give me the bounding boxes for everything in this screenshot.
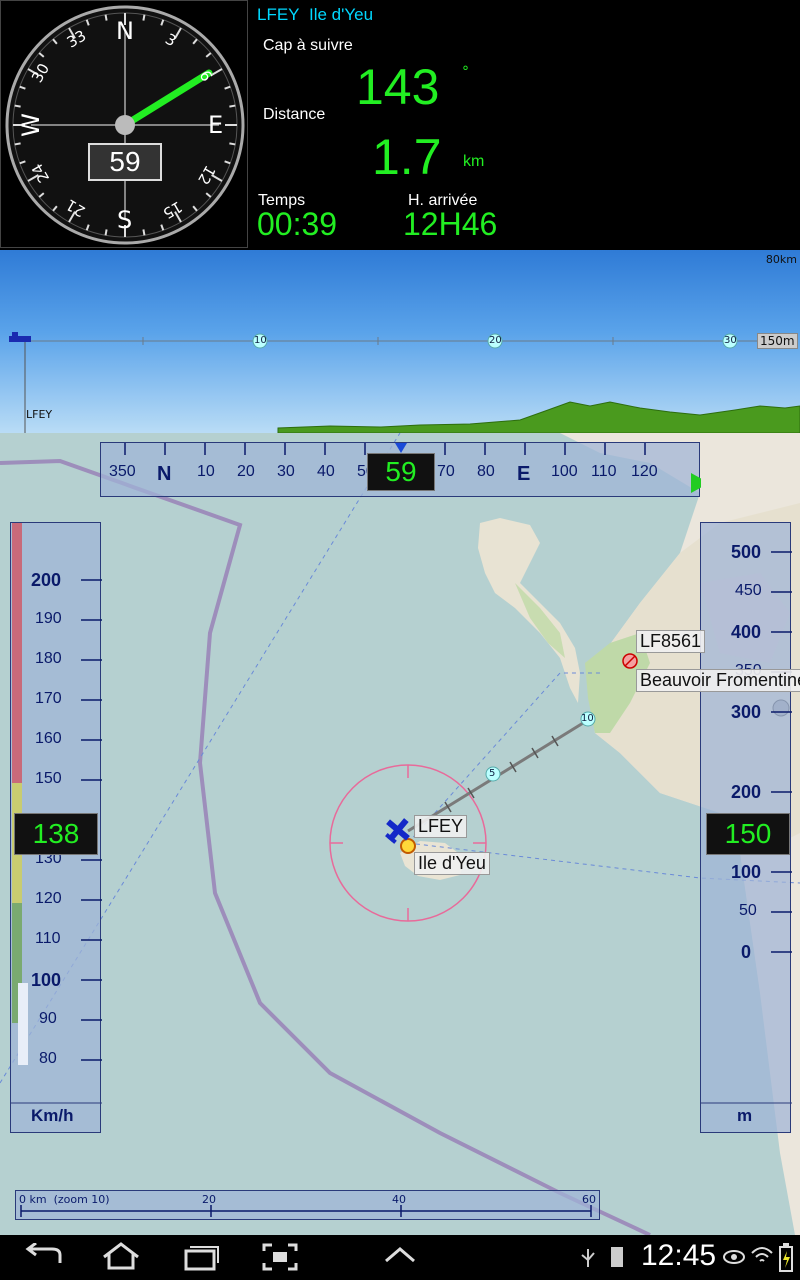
- scale-label-zero: 0 km (zoom 10): [19, 1193, 110, 1206]
- profile-range-label: 80km: [765, 253, 797, 266]
- compass-tick-mark: [14, 104, 21, 108]
- cap-unit: °: [462, 64, 469, 80]
- alt-label-500: 500: [731, 542, 762, 562]
- heading-label-40: 40: [317, 463, 335, 480]
- profile-altitude-label: 150m: [757, 333, 798, 349]
- alt-label-450: 450: [735, 582, 762, 599]
- speed-label-110: 110: [35, 930, 61, 947]
- compass-rose: N E S W 3 6 12 15 21 24 30 33 59: [0, 0, 248, 248]
- chevron-up-icon[interactable]: [383, 1245, 417, 1265]
- temps-value: 00:39: [257, 206, 338, 242]
- heading-label-110: 110: [591, 463, 617, 480]
- alt-label-200: 200: [731, 782, 762, 802]
- cap-label: Cap à suivre: [263, 37, 353, 54]
- distance-label: Distance: [263, 106, 326, 123]
- speed-unit: Km/h: [31, 1106, 74, 1125]
- profile-mark-10: 10: [254, 335, 267, 346]
- compass-heading-readout: 59: [88, 143, 162, 181]
- battery-icon: [779, 1243, 793, 1272]
- heading-label-80: 80: [477, 463, 495, 480]
- distance-value: 1.7: [372, 129, 442, 185]
- compass-south: S: [117, 206, 133, 234]
- route-marker-10: 10: [581, 713, 594, 724]
- altitude-readout: 150: [706, 813, 790, 855]
- speed-label-90: 90: [39, 1010, 57, 1027]
- elevation-profile[interactable]: 80km 10 20 30 150m LFEY: [0, 250, 800, 433]
- compass-tick-mark: [104, 229, 108, 236]
- speed-label-160: 160: [35, 730, 62, 747]
- android-nav-bar: 12:45: [0, 1235, 800, 1280]
- waypoint-code: LFEY: [257, 5, 300, 24]
- map-view[interactable]: 350 N 10 20 30 40 50 70 80 E 100 110 120…: [0, 433, 800, 1235]
- status-time: 12:45: [641, 1239, 717, 1272]
- map-label-ile-dyeu[interactable]: Ile d'Yeu: [414, 852, 490, 875]
- altitude-unit: m: [737, 1106, 753, 1125]
- top-nav-panel: N E S W 3 6 12 15 21 24 30 33 59 LFEY Il…: [0, 0, 800, 250]
- map-label-beauvoir[interactable]: Beauvoir Fromentine: [636, 669, 800, 692]
- scale-bar: 0 km (zoom 10) 20 40 60: [15, 1190, 600, 1220]
- recent-apps-icon[interactable]: [182, 1243, 222, 1271]
- altitude-tape[interactable]: 500 450 400 350 300 200 100 50 0 150 m: [700, 522, 792, 1133]
- alt-label-0: 0: [741, 942, 752, 962]
- distance-unit: km: [463, 153, 485, 170]
- route-marker-5: 5: [489, 768, 496, 779]
- speed-label-200: 200: [31, 570, 62, 590]
- compass-tick-mark: [14, 142, 21, 146]
- map-label-lf8561[interactable]: LF8561: [636, 630, 706, 653]
- compass-west: W: [16, 113, 45, 137]
- alt-label-300: 300: [731, 702, 762, 722]
- waypoint-name: Ile d'Yeu: [308, 5, 374, 24]
- speed-label-80: 80: [39, 1050, 57, 1067]
- eye-icon: [723, 1250, 745, 1264]
- speed-label-180: 180: [35, 650, 62, 667]
- heading-label-70: 70: [437, 463, 455, 480]
- compass-tick-mark: [229, 142, 236, 146]
- scale-label-20: 20: [202, 1193, 216, 1206]
- heading-tape-readout: 59: [367, 453, 435, 491]
- compass-east: E: [208, 111, 224, 139]
- speed-label-150: 150: [35, 770, 62, 787]
- alt-label-50: 50: [739, 902, 757, 919]
- heading-label-100: 100: [551, 463, 578, 480]
- speed-label-120: 120: [35, 890, 62, 907]
- profile-mark-20: 20: [489, 335, 502, 346]
- compass-north: N: [116, 17, 134, 45]
- heading-label-120: 120: [631, 463, 658, 480]
- scale-label-60: 60: [582, 1193, 596, 1206]
- alt-label-100: 100: [731, 862, 762, 882]
- back-icon[interactable]: [20, 1243, 64, 1271]
- heading-label-30: 30: [277, 463, 295, 480]
- speed-label-190: 190: [35, 610, 62, 627]
- usb-icon: [581, 1249, 595, 1267]
- heading-label-10: 10: [197, 463, 215, 480]
- screenshot-icon[interactable]: [262, 1243, 298, 1271]
- compass-tick-mark: [229, 104, 236, 108]
- compass-tick-mark: [142, 14, 146, 21]
- map-label-lfey[interactable]: LFEY: [414, 815, 468, 838]
- heading-label-east: E: [517, 463, 531, 485]
- heading-tape[interactable]: 350 N 10 20 30 40 50 70 80 E 100 110 120…: [100, 442, 701, 497]
- waypoint-title[interactable]: LFEY Ile d'Yeu: [257, 5, 373, 25]
- profile-origin-label: LFEY: [26, 408, 53, 421]
- wifi-icon: [751, 1247, 773, 1262]
- home-icon[interactable]: [100, 1241, 142, 1271]
- heading-label-350: 350: [109, 463, 136, 480]
- profile-mark-30: 30: [724, 335, 737, 346]
- compass-tick-mark: [104, 14, 108, 21]
- sd-card-icon: [611, 1247, 623, 1267]
- heading-label-north: N: [157, 463, 172, 485]
- speed-label-170: 170: [35, 690, 62, 707]
- speed-readout: 138: [14, 813, 98, 855]
- cap-value: 143: [356, 59, 440, 115]
- speed-label-100: 100: [31, 970, 62, 990]
- compass-tick-mark: [142, 229, 146, 236]
- heading-label-20: 20: [237, 463, 255, 480]
- alt-label-400: 400: [731, 622, 762, 642]
- arrivee-value: 12H46: [403, 206, 498, 242]
- speed-tape[interactable]: 200 190 180 170 160 150 130 120 110 100 …: [10, 522, 102, 1133]
- scale-label-40: 40: [392, 1193, 406, 1206]
